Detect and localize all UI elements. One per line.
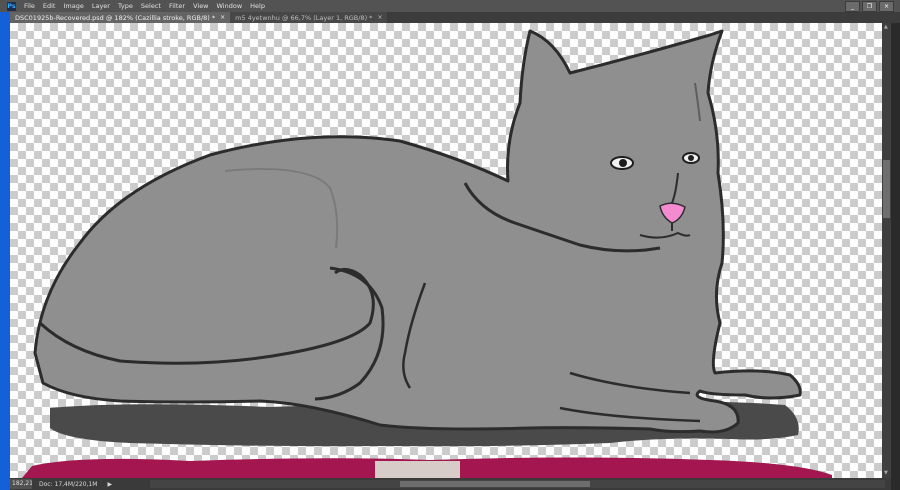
menu-file[interactable]: File — [20, 2, 39, 10]
vertical-scrollbar[interactable]: ▲ ▼ — [882, 23, 891, 478]
menu-help[interactable]: Help — [246, 2, 269, 10]
cat-body-shape — [33, 29, 802, 434]
tab-document-1[interactable]: DSC01925b-Recovered.psd @ 182% (Cazillia… — [10, 12, 231, 23]
scroll-up-icon[interactable]: ▲ — [884, 24, 888, 30]
close-button[interactable]: × — [879, 1, 894, 12]
menu-image[interactable]: Image — [59, 2, 87, 10]
window-controls: _ ❐ × — [845, 1, 894, 12]
tab-document-2[interactable]: m5 4yetwnhu @ 66,7% (Layer 1, RGB/8) * × — [230, 12, 388, 23]
document-canvas[interactable] — [10, 23, 882, 478]
horizontal-scroll-thumb[interactable] — [400, 481, 590, 487]
menu-view[interactable]: View — [189, 2, 212, 10]
minimize-button[interactable]: _ — [845, 1, 860, 12]
left-pupil — [619, 159, 627, 167]
photoshop-logo-icon: Ps — [7, 1, 16, 11]
restore-button[interactable]: ❐ — [862, 1, 877, 12]
menu-filter[interactable]: Filter — [165, 2, 189, 10]
menu-window[interactable]: Window — [213, 2, 247, 10]
right-pupil — [688, 155, 694, 161]
doc-size-info[interactable]: Doc: 17,4M/220,1M — [39, 481, 97, 488]
tab-label: DSC01925b-Recovered.psd @ 182% (Cazillia… — [15, 13, 216, 22]
tab-label: m5 4yetwnhu @ 66,7% (Layer 1, RGB/8) * — [235, 13, 373, 22]
horizontal-scrollbar[interactable] — [150, 480, 885, 488]
vertical-scroll-thumb[interactable] — [883, 160, 890, 218]
menu-bar: Ps File Edit Image Layer Type Select Fil… — [0, 0, 900, 12]
left-edge-strip — [0, 12, 10, 490]
menu-select[interactable]: Select — [137, 2, 165, 10]
close-icon[interactable]: × — [220, 14, 225, 21]
pillow-gap — [375, 461, 460, 478]
close-icon[interactable]: × — [377, 14, 382, 21]
cat-artwork — [22, 29, 832, 478]
scroll-down-icon[interactable]: ▼ — [884, 470, 888, 476]
status-menu-arrow-icon[interactable]: ▶ — [107, 481, 112, 488]
menu-layer[interactable]: Layer — [88, 2, 114, 10]
status-bar: 182,21 Doc: 17,4M/220,1M ▶ — [10, 478, 891, 490]
right-panel-edge — [891, 23, 900, 490]
menu-type[interactable]: Type — [114, 2, 137, 10]
zoom-field[interactable]: 182,21 — [10, 479, 32, 489]
menu-edit[interactable]: Edit — [39, 2, 60, 10]
document-tab-bar: DSC01925b-Recovered.psd @ 182% (Cazillia… — [10, 12, 900, 23]
